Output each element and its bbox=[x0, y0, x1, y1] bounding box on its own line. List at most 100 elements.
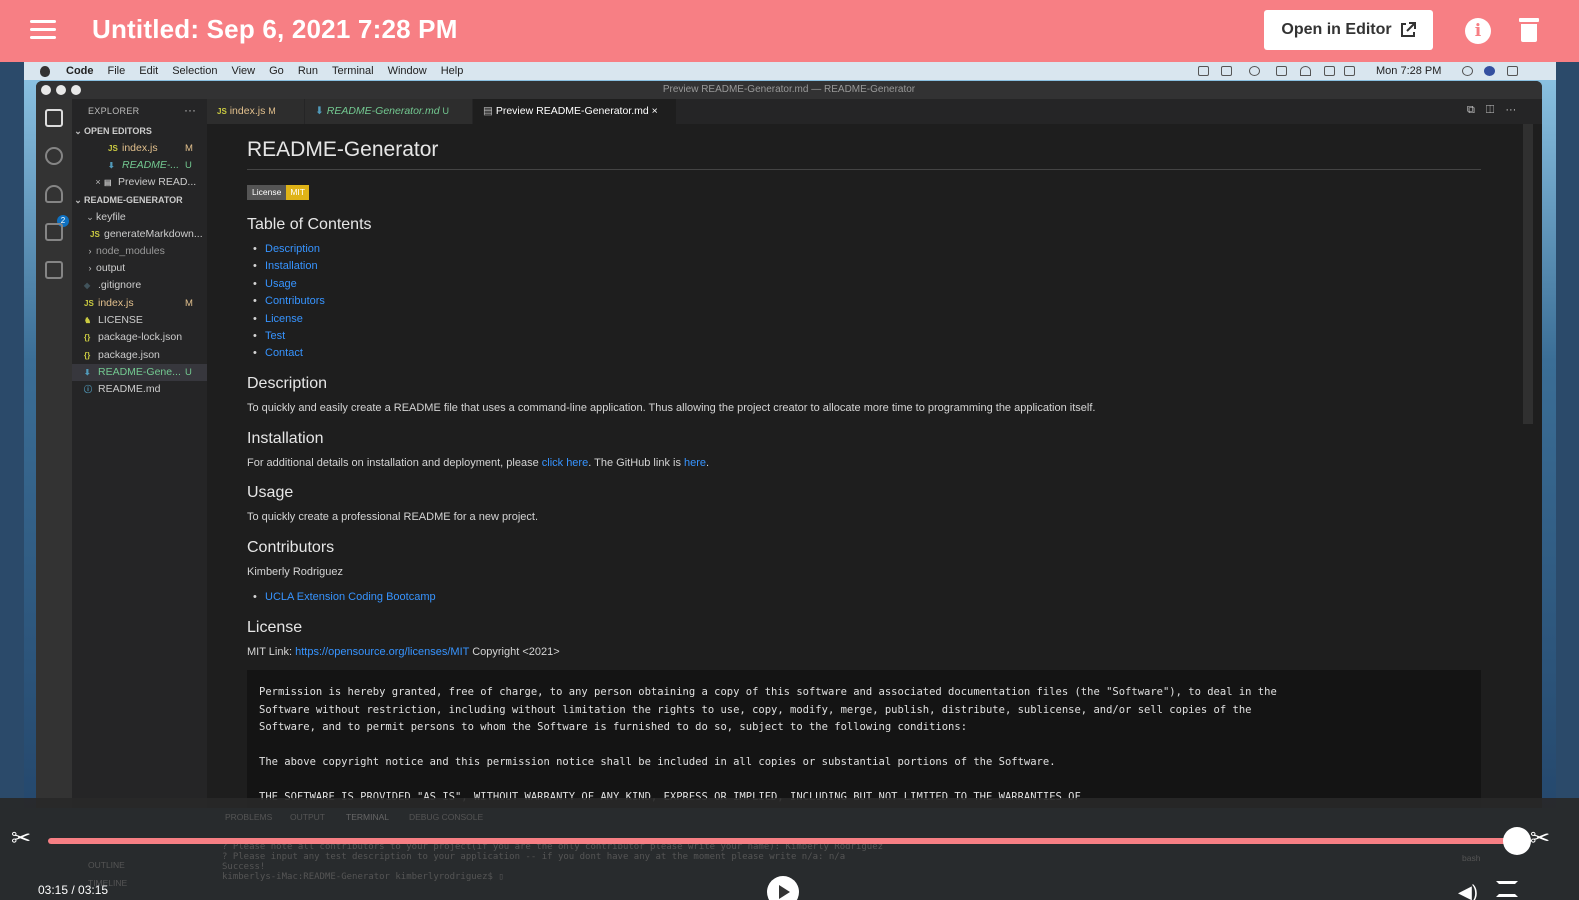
panel-tab-problems[interactable]: PROBLEMS bbox=[225, 812, 272, 822]
tree-file-package-json[interactable]: {} package.json bbox=[72, 347, 207, 364]
tree-file-index-js[interactable]: JS index.js M bbox=[72, 295, 207, 312]
tree-item-label: keyfile bbox=[96, 211, 126, 223]
siri-icon[interactable] bbox=[1484, 66, 1495, 76]
split-editor-icon[interactable]: ◫ bbox=[1486, 104, 1494, 116]
tree-folder-node-modules[interactable]: › node_modules bbox=[72, 243, 207, 260]
tab-label: Preview README-Generator.md bbox=[495, 105, 649, 117]
tree-file-license[interactable]: ♞ LICENSE bbox=[72, 312, 207, 329]
close-tab-icon[interactable]: × bbox=[652, 105, 658, 117]
menu-terminal[interactable]: Terminal bbox=[332, 65, 374, 77]
extensions-icon[interactable] bbox=[45, 261, 63, 279]
js-file-icon: JS bbox=[108, 144, 118, 153]
toc-link-installation[interactable]: Installation bbox=[253, 260, 318, 272]
toc-link-usage[interactable]: Usage bbox=[253, 278, 297, 290]
trim-start-icon[interactable]: ✂ bbox=[11, 827, 31, 851]
tab-readme-generator[interactable]: ⬇ README-Generator.md U bbox=[305, 99, 473, 124]
editor-actions: ⧉ ◫ ··· bbox=[1467, 104, 1516, 117]
progress-handle[interactable] bbox=[1503, 827, 1531, 855]
panel-tab-output[interactable]: OUTPUT bbox=[290, 812, 325, 822]
apple-icon[interactable] bbox=[40, 65, 50, 77]
trash-icon[interactable] bbox=[1519, 18, 1539, 42]
volume-icon[interactable] bbox=[1344, 66, 1355, 76]
license-text: MIT Link: https://opensource.org/license… bbox=[247, 646, 560, 658]
control-center-icon[interactable] bbox=[1507, 66, 1518, 76]
open-editor-index-js[interactable]: JS index.js M bbox=[72, 140, 207, 157]
mit-license-link[interactable]: https://opensource.org/licenses/MIT bbox=[295, 646, 469, 658]
toc-link-description[interactable]: Description bbox=[253, 243, 320, 255]
open-in-editor-button[interactable]: Open in Editor bbox=[1264, 10, 1433, 50]
run-debug-icon[interactable] bbox=[45, 223, 63, 241]
eject-icon[interactable] bbox=[1324, 66, 1335, 76]
more-icon[interactable]: ··· bbox=[1505, 104, 1516, 116]
installation-text: For additional details on installation a… bbox=[247, 457, 709, 469]
project-section[interactable]: ⌄ README-GENERATOR bbox=[72, 192, 207, 209]
tree-item-label: LICENSE bbox=[98, 314, 143, 326]
progress-bar[interactable] bbox=[48, 838, 1518, 844]
open-editors-section[interactable]: ⌄ OPEN EDITORS bbox=[72, 123, 207, 140]
panel-tab-terminal[interactable]: TERMINAL bbox=[346, 812, 389, 822]
menu-go[interactable]: Go bbox=[269, 65, 284, 77]
airplay-icon[interactable] bbox=[1221, 66, 1232, 76]
tree-file-readme[interactable]: ⓘ README.md bbox=[72, 381, 207, 398]
tree-file-readme-generator[interactable]: ⬇ README-Gene... U bbox=[72, 364, 207, 381]
volume-icon[interactable]: ◀) bbox=[1458, 882, 1478, 900]
source-control-icon[interactable] bbox=[45, 185, 63, 203]
open-editor-preview[interactable]: × ▤ Preview READ... bbox=[72, 174, 207, 191]
menu-selection[interactable]: Selection bbox=[172, 65, 217, 77]
fullscreen-icon[interactable] bbox=[1496, 881, 1518, 897]
search-icon[interactable] bbox=[45, 147, 63, 165]
toc-link-test[interactable]: Test bbox=[253, 330, 285, 342]
mic-icon[interactable] bbox=[1198, 66, 1209, 76]
tree-file-gitignore[interactable]: ◆ .gitignore bbox=[72, 277, 207, 294]
wifi-icon[interactable] bbox=[1300, 66, 1311, 76]
spotlight-icon[interactable] bbox=[1462, 66, 1473, 76]
badge-label: License bbox=[247, 185, 287, 200]
panel-tab-debug-console[interactable]: DEBUG CONSOLE bbox=[409, 812, 483, 822]
click-here-link[interactable]: click here bbox=[542, 457, 588, 469]
explorer-icon[interactable] bbox=[45, 109, 63, 127]
license-badge[interactable]: License MIT bbox=[247, 185, 309, 200]
tree-folder-keyfile[interactable]: ⌄ keyfile bbox=[72, 209, 207, 226]
time-machine-icon[interactable] bbox=[1249, 66, 1260, 76]
preview-scrollbar[interactable] bbox=[1523, 124, 1533, 424]
play-button[interactable] bbox=[767, 876, 799, 900]
contributor-name: Kimberly Rodriguez bbox=[247, 566, 343, 578]
toc-link-contributors[interactable]: Contributors bbox=[253, 295, 325, 307]
terminal-shell-label[interactable]: bash bbox=[1462, 853, 1480, 863]
installation-mid: . The GitHub link is bbox=[588, 457, 684, 469]
recording-title[interactable]: Untitled: Sep 6, 2021 7:28 PM bbox=[92, 14, 458, 45]
info-icon[interactable]: i bbox=[1465, 18, 1491, 44]
more-actions-icon[interactable]: ··· bbox=[184, 103, 196, 117]
tree-file-package-lock[interactable]: {} package-lock.json bbox=[72, 329, 207, 346]
toc-link-license[interactable]: License bbox=[253, 313, 303, 325]
toc-link-contact[interactable]: Contact bbox=[253, 347, 303, 359]
github-link[interactable]: here bbox=[684, 457, 706, 469]
js-file-icon: JS bbox=[217, 107, 227, 116]
tree-folder-output[interactable]: › output bbox=[72, 260, 207, 277]
trim-end-icon[interactable]: ✂ bbox=[1530, 827, 1550, 851]
maximize-window-icon[interactable] bbox=[71, 85, 81, 95]
menu-run[interactable]: Run bbox=[298, 65, 318, 77]
menu-view[interactable]: View bbox=[231, 65, 255, 77]
info-file-icon: ⓘ bbox=[84, 385, 92, 394]
toc-heading: Table of Contents bbox=[247, 216, 372, 233]
tab-index-js[interactable]: JS index.js M bbox=[207, 99, 305, 124]
open-source-icon[interactable]: ⧉ bbox=[1467, 104, 1475, 116]
contributor-link[interactable]: UCLA Extension Coding Bootcamp bbox=[253, 591, 436, 603]
menubar-clock[interactable]: Mon 7:28 PM bbox=[1376, 65, 1441, 77]
menu-edit[interactable]: Edit bbox=[139, 65, 158, 77]
recorded-screen: Code File Edit Selection View Go Run Ter… bbox=[24, 62, 1556, 808]
outline-section[interactable]: OUTLINE bbox=[88, 860, 125, 870]
close-window-icon[interactable] bbox=[41, 85, 51, 95]
open-editor-readme-generator[interactable]: ⬇ README-... U bbox=[72, 157, 207, 174]
bluetooth-icon[interactable] bbox=[1276, 66, 1287, 76]
menu-file[interactable]: File bbox=[108, 65, 126, 77]
tab-preview[interactable]: ▤ Preview README-Generator.md × bbox=[473, 99, 677, 124]
close-icon[interactable]: × bbox=[92, 174, 104, 191]
menu-help[interactable]: Help bbox=[441, 65, 464, 77]
tree-file-generatemarkdown[interactable]: JS generateMarkdown... bbox=[72, 226, 207, 243]
minimize-window-icon[interactable] bbox=[56, 85, 66, 95]
menu-window[interactable]: Window bbox=[388, 65, 427, 77]
menu-code[interactable]: Code bbox=[66, 65, 94, 77]
menu-icon[interactable] bbox=[30, 20, 56, 40]
